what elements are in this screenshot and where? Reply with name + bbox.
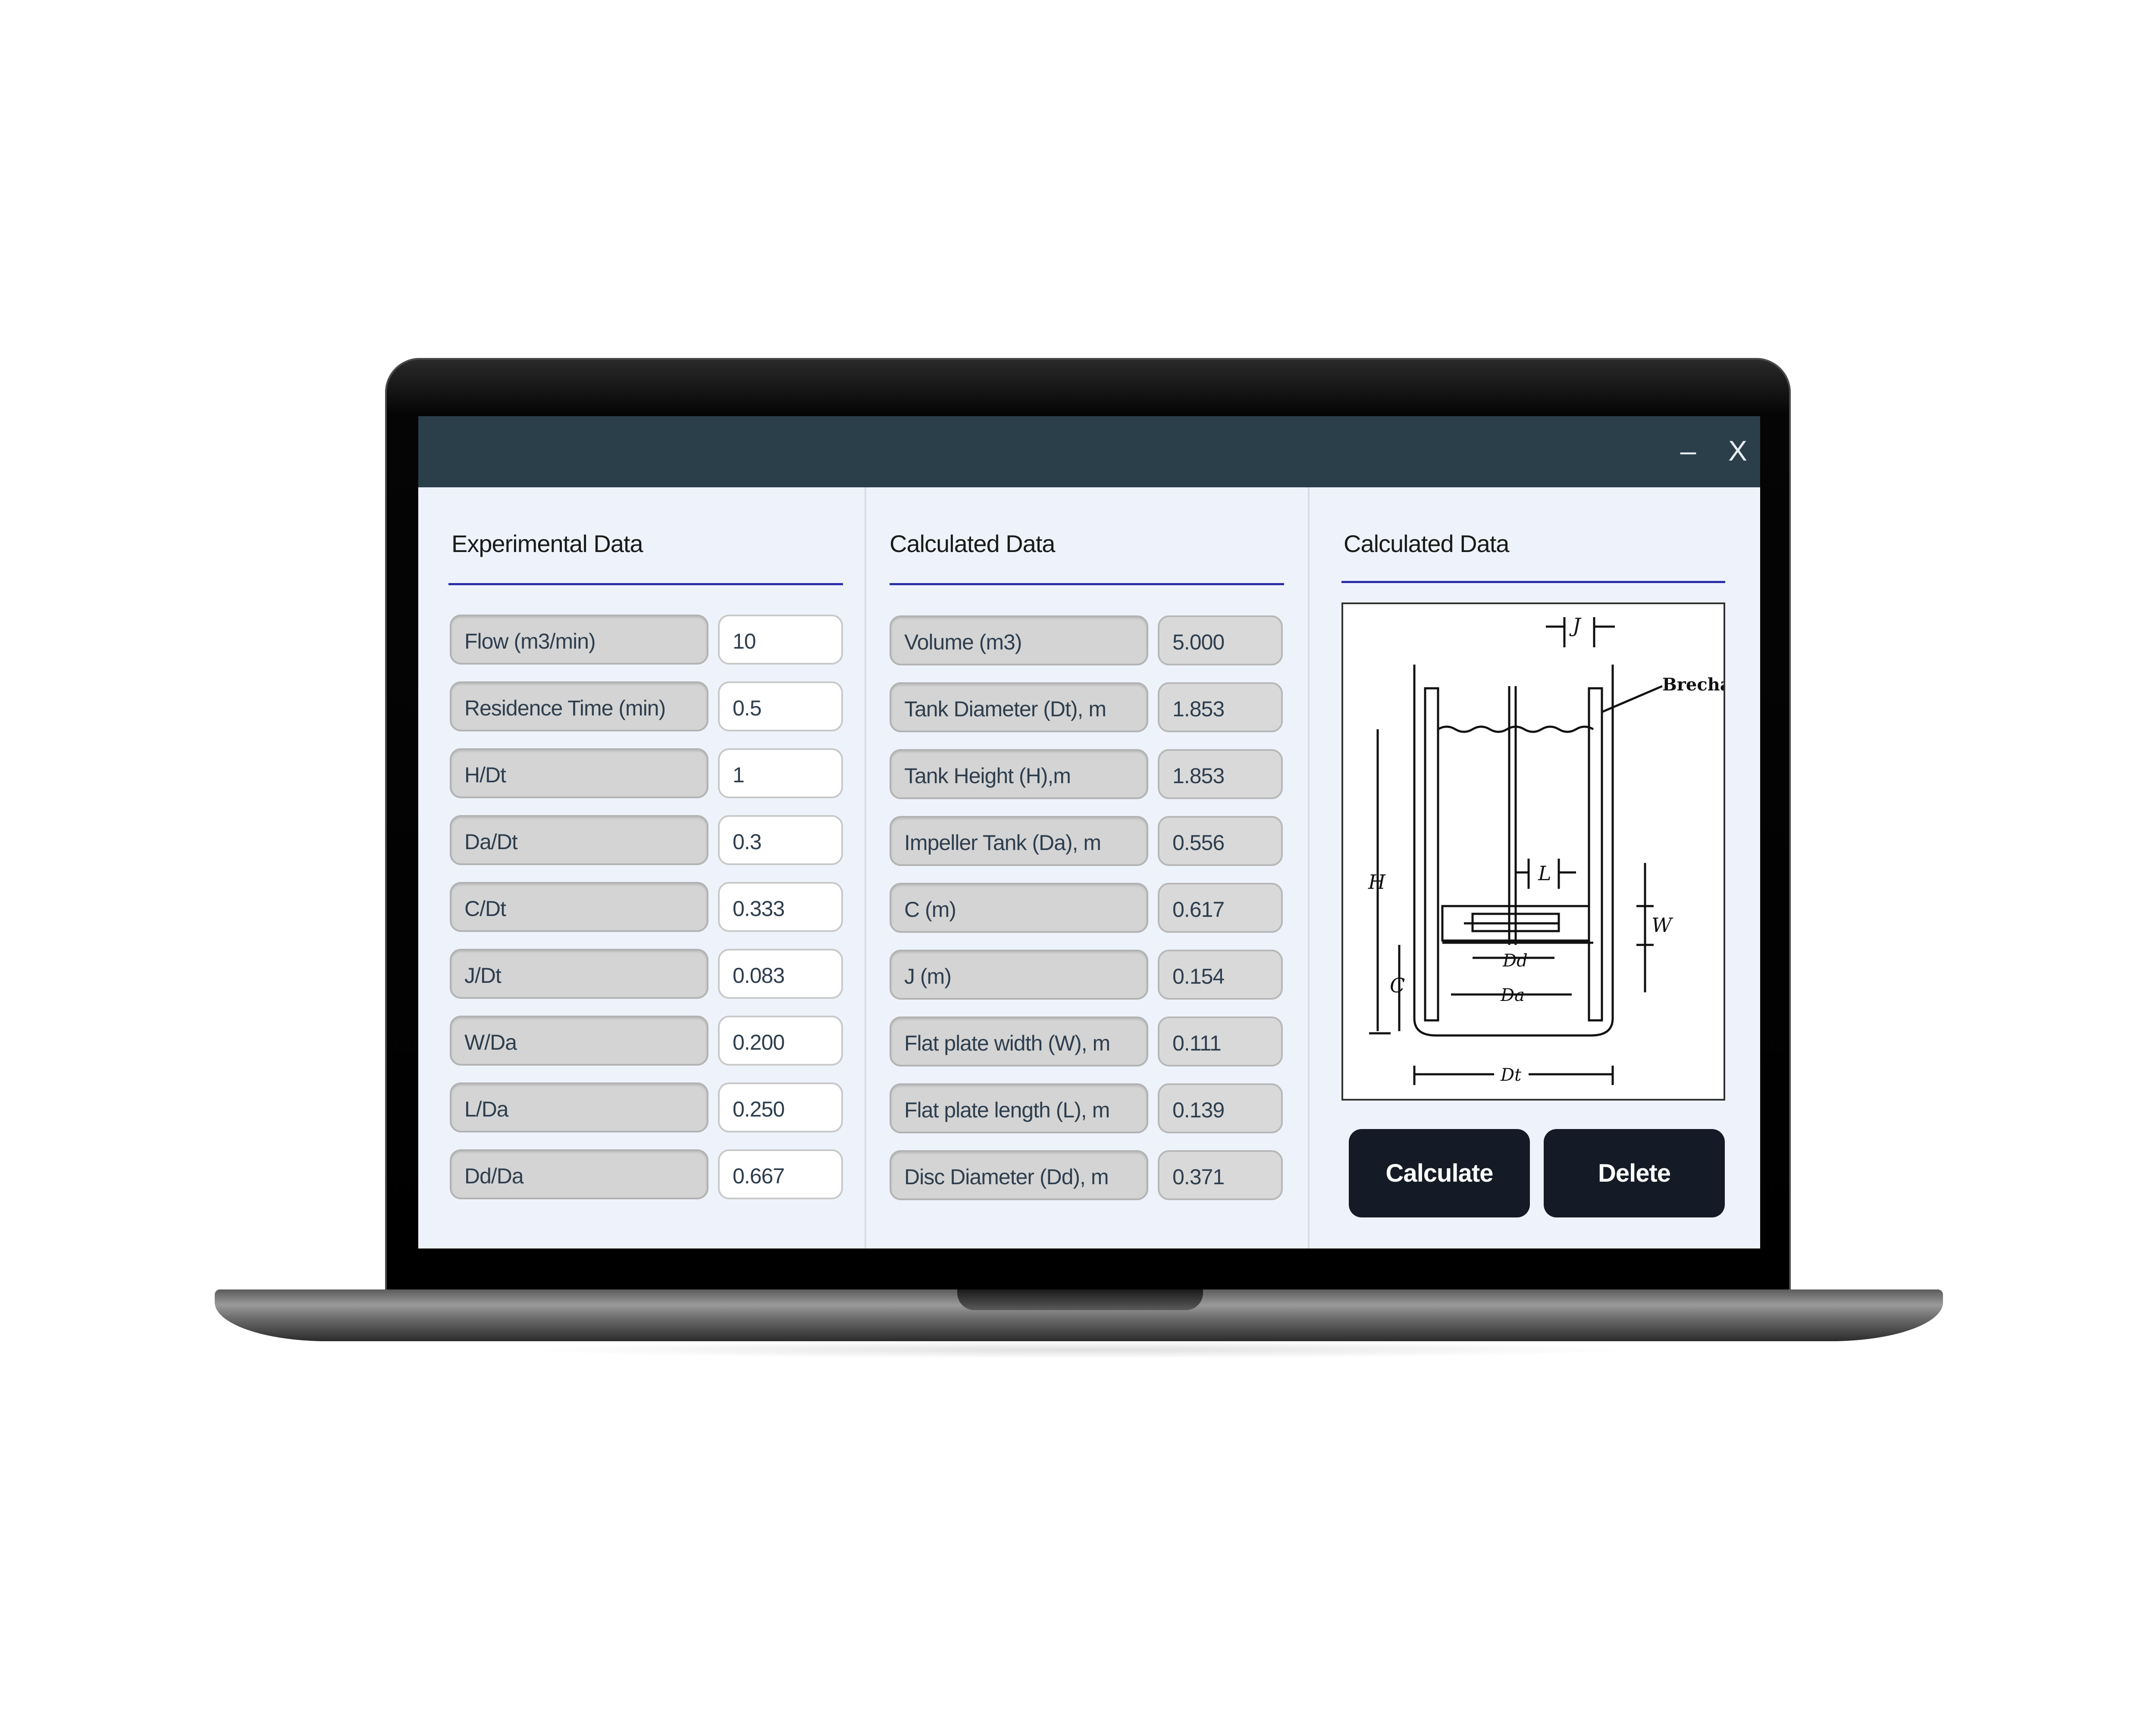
calculated-value: 5.000	[1158, 615, 1283, 665]
diagram-label-c: C	[1390, 974, 1405, 997]
calculated-label: Volume (m3)	[890, 615, 1148, 665]
experimental-data-title: Experimental Data	[451, 530, 643, 557]
experimental-label: Residence Time (min)	[450, 681, 708, 731]
tank-diagram: J Brecha H L W C Dd Da Dt	[1341, 602, 1731, 1101]
calculated-value: 0.139	[1158, 1083, 1283, 1133]
diagram-label-brecha: Brecha	[1662, 674, 1724, 695]
diagram-label-l: L	[1538, 862, 1551, 885]
calculated-value: 0.111	[1158, 1016, 1283, 1067]
experimental-label: H/Dt	[450, 748, 708, 798]
calculated-value: 0.371	[1158, 1150, 1283, 1200]
experimental-input[interactable]: 10	[718, 615, 843, 665]
calculated-value: 0.617	[1158, 883, 1283, 933]
calculated-value: 1.853	[1158, 749, 1283, 799]
experimental-label: W/Da	[450, 1016, 708, 1066]
experimental-label: C/Dt	[450, 882, 708, 932]
calculated-label: Disc Diameter (Dd), m	[890, 1150, 1148, 1200]
tank-diagram-svg: J Brecha H L W C Dd Da Dt	[1368, 614, 1731, 1085]
calculated-value: 0.556	[1158, 816, 1283, 866]
calculated-label: Tank Diameter (Dt), m	[890, 682, 1148, 732]
diagram-panel-title: Calculated Data	[1344, 530, 1509, 557]
diagram-label-dt: Dt	[1500, 1065, 1522, 1085]
title-underline	[1341, 581, 1725, 583]
title-underline	[448, 583, 843, 585]
title-underline	[890, 583, 1284, 585]
experimental-input[interactable]: 0.667	[718, 1149, 843, 1199]
experimental-input[interactable]: 0.083	[718, 949, 843, 999]
diagram-label-w: W	[1651, 913, 1673, 937]
calculated-label: Flat plate length (L), m	[890, 1083, 1148, 1133]
calculated-label: J (m)	[890, 950, 1148, 1000]
experimental-label: Dd/Da	[450, 1149, 708, 1199]
diagram-label-dd: Dd	[1502, 951, 1528, 971]
experimental-input[interactable]: 1	[718, 748, 843, 798]
delete-button[interactable]: Delete	[1544, 1129, 1725, 1217]
calculated-label: Tank Height (H),m	[890, 749, 1148, 799]
column-divider	[865, 487, 866, 1248]
calculated-value: 0.154	[1158, 950, 1283, 1000]
diagram-label-da: Da	[1500, 985, 1525, 1005]
calculated-data-title: Calculated Data	[890, 530, 1055, 557]
experimental-input[interactable]: 0.3	[718, 815, 843, 865]
experimental-label: Da/Dt	[450, 815, 708, 865]
diagram-label-h: H	[1368, 870, 1386, 894]
experimental-input[interactable]: 0.5	[718, 681, 843, 731]
experimental-label: J/Dt	[450, 949, 708, 999]
close-button[interactable]: X	[1720, 433, 1755, 468]
laptop-shadow	[517, 1341, 1639, 1358]
column-divider	[1308, 487, 1310, 1248]
calculated-label: C (m)	[890, 883, 1148, 933]
title-bar: – X	[418, 416, 1760, 487]
experimental-label: L/Da	[450, 1082, 708, 1132]
experimental-input[interactable]: 0.333	[718, 882, 843, 932]
experimental-input[interactable]: 0.200	[718, 1016, 843, 1066]
minimize-button[interactable]: –	[1671, 433, 1705, 468]
calculated-label: Flat plate width (W), m	[890, 1016, 1148, 1067]
experimental-label: Flow (m3/min)	[450, 615, 708, 665]
calculated-value: 1.853	[1158, 682, 1283, 732]
experimental-input[interactable]: 0.250	[718, 1082, 843, 1132]
calculate-button[interactable]: Calculate	[1349, 1129, 1530, 1217]
laptop-notch	[957, 1289, 1203, 1310]
calculated-label: Impeller Tank (Da), m	[890, 816, 1148, 866]
diagram-label-j: J	[1569, 614, 1582, 637]
